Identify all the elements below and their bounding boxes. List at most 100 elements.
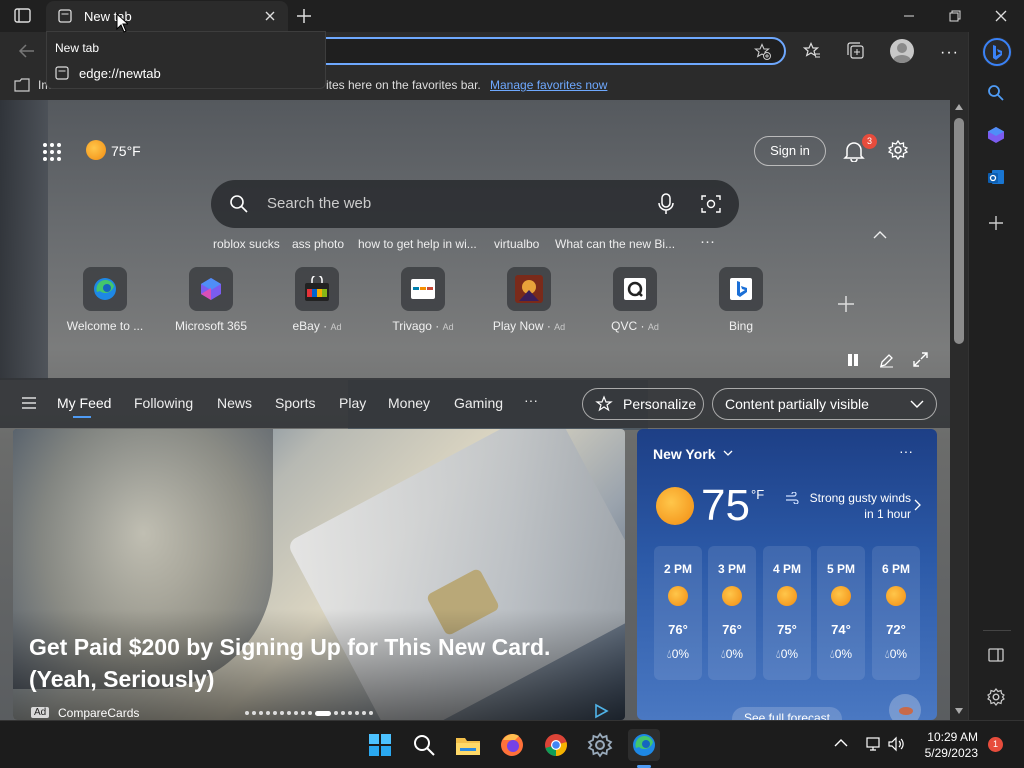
- hero-headline[interactable]: Get Paid $200 by Signing Up for This New…: [29, 631, 589, 695]
- feed-tab-gaming[interactable]: Gaming: [454, 395, 503, 411]
- edit-background-icon[interactable]: [879, 353, 894, 368]
- personalize-button[interactable]: Personalize: [582, 388, 704, 420]
- quick-link-welcome[interactable]: Welcome to ...: [52, 267, 158, 333]
- weather-alert[interactable]: Strong gusty winds in 1 hour: [803, 490, 911, 522]
- quick-link-qvc[interactable]: QVC · Ad: [582, 267, 688, 333]
- ad-label: Ad: [330, 322, 342, 332]
- feed-tab-money[interactable]: Money: [388, 395, 430, 411]
- new-tab-icon[interactable]: [296, 8, 312, 24]
- add-quick-link-icon[interactable]: [837, 295, 855, 313]
- quick-link-label: Trivago: [392, 319, 432, 333]
- trending-search-chip[interactable]: What can the new Bi...: [555, 237, 675, 251]
- active-tab-indicator: [73, 416, 91, 418]
- hero-source[interactable]: CompareCards: [58, 706, 139, 720]
- trending-search-chip[interactable]: how to get help in wi...: [358, 237, 477, 251]
- page-settings-icon[interactable]: [888, 140, 908, 160]
- weather-card[interactable]: New York ··· 75 °F Strong gusty winds in…: [637, 429, 937, 720]
- settings-more-icon[interactable]: ···: [940, 44, 959, 62]
- clock-time: 10:29 AM: [927, 730, 978, 744]
- close-window-icon[interactable]: [994, 9, 1008, 23]
- collections-icon[interactable]: [847, 42, 865, 60]
- feed-tab-play[interactable]: Play: [339, 395, 366, 411]
- volume-icon[interactable]: [887, 736, 905, 752]
- microphone-icon[interactable]: [657, 193, 675, 215]
- carousel-dots[interactable]: [245, 709, 399, 717]
- search-icon[interactable]: [987, 84, 1005, 102]
- expand-background-icon[interactable]: [913, 352, 928, 367]
- hamburger-menu-icon[interactable]: [21, 396, 37, 410]
- hour-temp: 74°: [831, 622, 851, 637]
- feed-tab-news[interactable]: News: [217, 395, 252, 411]
- pause-background-icon[interactable]: [846, 353, 860, 367]
- windows-taskbar: 10:29 AM 5/29/2023 1: [0, 720, 1024, 768]
- feed-tab-my-feed[interactable]: My Feed: [57, 395, 111, 411]
- scrollbar-thumb[interactable]: [954, 118, 964, 344]
- quick-link-trivago[interactable]: Trivago · Ad: [370, 267, 476, 333]
- sidebar-divider: [983, 630, 1011, 631]
- sidebar-settings-icon[interactable]: [987, 688, 1005, 706]
- visual-search-icon[interactable]: [701, 194, 721, 214]
- chevron-right-icon[interactable]: [913, 499, 921, 511]
- scroll-up-icon[interactable]: [955, 104, 963, 110]
- profile-avatar[interactable]: [890, 39, 914, 63]
- back-icon[interactable]: [18, 43, 36, 59]
- hourly-forecast-item: 5 PM 74° 💧︎0%: [817, 546, 865, 680]
- sign-in-button[interactable]: Sign in: [754, 136, 826, 166]
- weather-city[interactable]: New York: [653, 446, 716, 462]
- restore-icon[interactable]: [948, 9, 962, 23]
- hour-temp: 75°: [777, 622, 797, 637]
- hero-news-card[interactable]: Get Paid $200 by Signing Up for This New…: [13, 429, 625, 720]
- weather-more-icon[interactable]: ···: [899, 443, 913, 459]
- minimize-icon[interactable]: [902, 10, 916, 22]
- tab-actions-icon[interactable]: [14, 8, 32, 24]
- hide-sidebar-icon[interactable]: [988, 647, 1004, 663]
- network-icon[interactable]: [864, 736, 882, 752]
- bing-chat-icon[interactable]: [982, 37, 1012, 67]
- settings-app-icon[interactable]: [584, 729, 616, 761]
- chevron-up-icon[interactable]: [872, 230, 888, 240]
- adchoices-icon[interactable]: [593, 703, 609, 719]
- trending-more-icon[interactable]: ···: [700, 233, 715, 250]
- start-menu-icon[interactable]: [364, 729, 396, 761]
- favorites-icon[interactable]: [803, 42, 821, 60]
- hour-time: 4 PM: [772, 562, 801, 576]
- chrome-icon[interactable]: [540, 729, 572, 761]
- tab-new-tab[interactable]: New tab: [46, 1, 288, 32]
- feed-tab-following[interactable]: Following: [134, 395, 193, 411]
- quick-link-microsoft-365[interactable]: Microsoft 365: [158, 267, 264, 333]
- taskbar-search-icon[interactable]: [408, 729, 440, 761]
- content-visibility-dropdown[interactable]: Content partially visible: [712, 388, 937, 420]
- trending-search-chip[interactable]: virtualbo: [494, 237, 539, 251]
- quick-link-bing[interactable]: Bing: [688, 267, 794, 333]
- weather-map-icon[interactable]: [889, 694, 921, 720]
- notification-center-badge[interactable]: 1: [988, 737, 1003, 752]
- notification-badge: 3: [862, 134, 877, 149]
- outlook-icon[interactable]: [987, 168, 1005, 186]
- app-launcher-icon[interactable]: [42, 142, 62, 162]
- firefox-icon[interactable]: [496, 729, 528, 761]
- file-explorer-icon[interactable]: [452, 729, 484, 761]
- weather-unit[interactable]: °F: [751, 487, 764, 502]
- quick-link-ebay[interactable]: eBay · Ad: [264, 267, 370, 333]
- trending-search-chip[interactable]: roblox sucks: [213, 237, 280, 251]
- manage-favorites-link[interactable]: Manage favorites now: [490, 78, 607, 92]
- header-weather-temp[interactable]: 75°F: [111, 143, 141, 159]
- chevron-down-icon[interactable]: [723, 449, 733, 457]
- clock[interactable]: 10:29 AM 5/29/2023: [918, 729, 978, 761]
- feed-tab-sports[interactable]: Sports: [275, 395, 315, 411]
- add-sidebar-app-icon[interactable]: [988, 215, 1004, 231]
- feed-more-icon[interactable]: ···: [524, 392, 538, 408]
- import-favorites-icon[interactable]: [14, 77, 30, 93]
- show-hidden-icons-icon[interactable]: [834, 738, 848, 748]
- see-full-forecast-button[interactable]: See full forecast: [732, 707, 842, 720]
- quick-link-play-now[interactable]: Play Now · Ad: [476, 267, 582, 333]
- trending-search-chip[interactable]: ass photo: [292, 237, 344, 251]
- page-scrollbar[interactable]: [950, 100, 968, 720]
- scroll-down-icon[interactable]: [955, 708, 963, 714]
- web-search-box[interactable]: Search the web: [211, 180, 739, 228]
- microsoft-365-icon[interactable]: [987, 126, 1005, 144]
- add-favorite-icon[interactable]: [754, 43, 772, 61]
- quick-link-label-wrap: Play Now · Ad: [492, 319, 566, 333]
- close-tab-icon[interactable]: [264, 10, 276, 22]
- edge-taskbar-icon[interactable]: [628, 729, 660, 761]
